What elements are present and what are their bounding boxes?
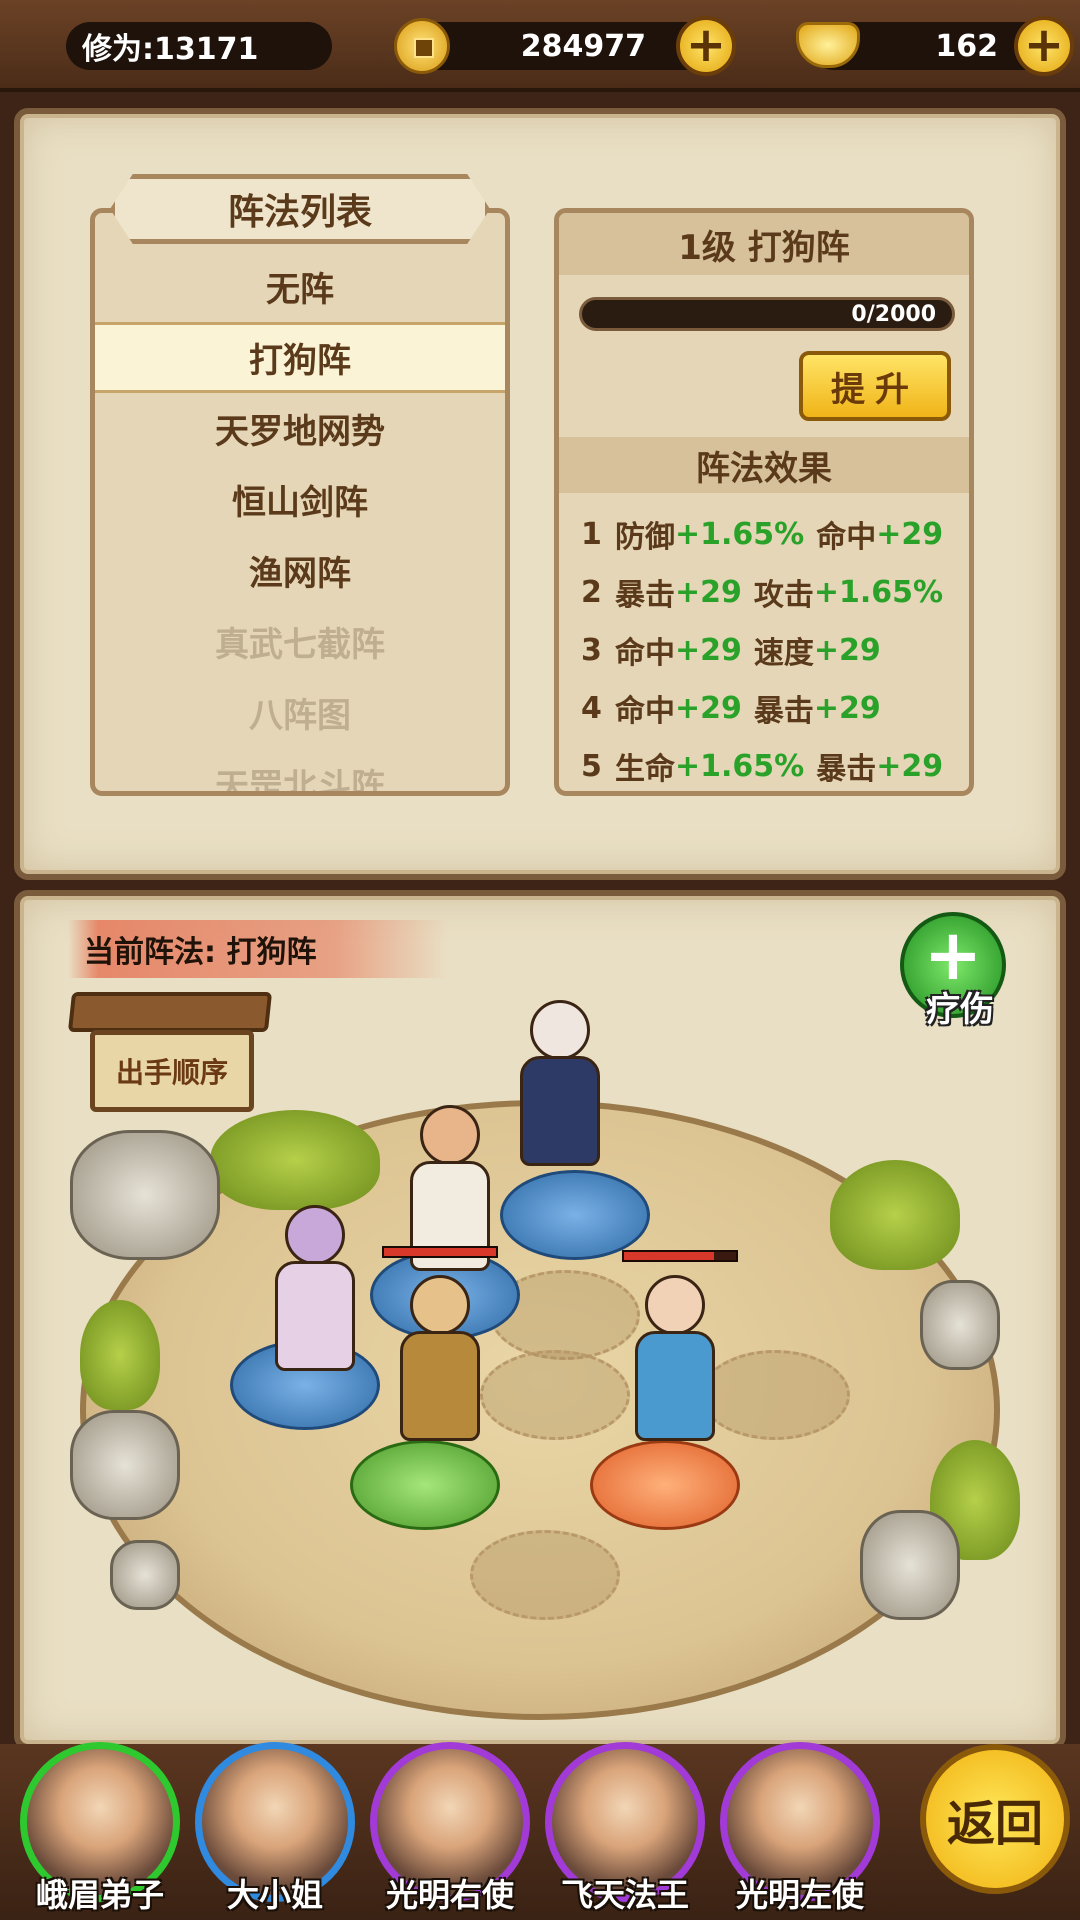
formation-list-item[interactable]: 八阵图: [95, 677, 505, 748]
effect-number: 3: [581, 632, 602, 668]
bush-decoration: [210, 1110, 380, 1210]
rock-decoration: [70, 1130, 220, 1260]
formation-list-item[interactable]: 天罡北斗阵: [95, 748, 505, 791]
effect-row: 1 防御 +1.65% 命中 +29: [581, 505, 955, 563]
current-formation-banner: 当前阵法: 打狗阵: [68, 920, 448, 978]
effect-row: 3 命中 +29 速度 +29: [581, 621, 955, 679]
plus-icon: +: [923, 914, 983, 996]
action-order-label: 出手顺序: [90, 1030, 254, 1112]
hero-head: [420, 1105, 480, 1165]
formation-list-title: 阵法列表: [110, 174, 490, 244]
hero-name: 光明左使: [735, 1876, 864, 1914]
effects-title: 阵法效果: [559, 437, 969, 493]
effect-value: +29: [813, 690, 881, 726]
hero-head: [530, 1000, 590, 1060]
formation-slot-occupied[interactable]: [500, 1170, 650, 1260]
effect-value: +29: [813, 632, 881, 668]
effect-value: +29: [675, 632, 742, 668]
formation-list-item[interactable]: 无阵: [95, 251, 505, 322]
formation-list-item[interactable]: 天罗地网势: [95, 393, 505, 464]
formation-list[interactable]: 无阵 打狗阵 天罗地网势 恒山剑阵 渔网阵 真武七截阵 八阵图 天罡北斗阵: [90, 208, 510, 796]
hero-white-haired-elder[interactable]: [505, 1000, 615, 1180]
effect-value: +29: [876, 748, 944, 784]
formation-list-item[interactable]: 打狗阵: [95, 322, 505, 393]
bush-decoration: [830, 1160, 960, 1270]
effect-stat: 攻击: [753, 578, 814, 613]
cultivation-display: 修为:13171: [66, 22, 332, 70]
hero-purple-sorceress[interactable]: [260, 1205, 370, 1385]
formation-detail: 1级 打狗阵 0/2000 提升 阵法效果 1 防御 +1.65% 命中 +29 2 暴击 +…: [554, 208, 974, 796]
rock-decoration: [110, 1540, 180, 1610]
effect-value: +29: [675, 690, 742, 726]
health-bar: [382, 1246, 498, 1258]
hero-name: 大小姐: [226, 1876, 323, 1914]
effect-value: +1.65%: [675, 748, 805, 784]
effect-stat: 暴击: [753, 694, 814, 729]
hero-head: [285, 1205, 345, 1265]
hero-name: 飞天法王: [560, 1876, 689, 1914]
hero-young-swordsman[interactable]: [620, 1275, 730, 1455]
effect-value: +29: [876, 516, 944, 552]
rock-decoration: [920, 1280, 1000, 1370]
effects-list: 1 防御 +1.65% 命中 +29 2 暴击 +29 攻击 +1.65% 3 命中 +29 速度 +29 4…: [581, 505, 955, 791]
effect-stat: 速度: [753, 636, 814, 671]
effect-value: +1.65%: [675, 516, 805, 552]
formation-list-item[interactable]: 渔网阵: [95, 535, 505, 606]
effect-number: 5: [581, 748, 602, 784]
effect-stat: 防御: [615, 520, 675, 555]
effect-row: 5 生命 +1.65% 暴击 +29: [581, 737, 955, 791]
effect-stat: 命中: [816, 520, 877, 555]
effect-stat: 生命: [615, 752, 675, 787]
formation-progress-bar: 0/2000: [579, 297, 955, 331]
hero-body: [635, 1331, 715, 1441]
effect-value: +29: [675, 574, 742, 610]
health-bar: [622, 1250, 738, 1262]
bush-decoration: [80, 1300, 160, 1410]
add-coins-button[interactable]: +: [676, 16, 736, 76]
formation-list-item[interactable]: 真武七截阵: [95, 606, 505, 677]
effect-number: 4: [581, 690, 602, 726]
hero-body: [400, 1331, 480, 1441]
upgrade-button[interactable]: 提升: [799, 351, 951, 421]
rock-decoration: [70, 1410, 180, 1520]
formation-level-title: 1级 打狗阵: [559, 213, 969, 275]
effect-value: +1.65%: [813, 574, 944, 610]
effect-stat: 命中: [615, 694, 675, 729]
add-gold-button[interactable]: +: [1014, 16, 1074, 76]
hero-name: 峨眉弟子: [35, 1876, 164, 1914]
hero-body: [520, 1056, 600, 1166]
coin-display: 284977: [410, 22, 710, 70]
effect-stat: 暴击: [816, 752, 877, 787]
effect-stat: 暴击: [615, 578, 675, 613]
hero-head: [645, 1275, 705, 1335]
formation-list-item[interactable]: 恒山剑阵: [95, 464, 505, 535]
formation-slot[interactable]: [480, 1350, 630, 1440]
rock-decoration: [860, 1510, 960, 1620]
hero-head: [410, 1275, 470, 1335]
coin-icon: [394, 18, 450, 74]
effect-stat: 命中: [615, 636, 675, 671]
effect-row: 4 命中 +29 暴击 +29: [581, 679, 955, 737]
effect-number: 2: [581, 574, 602, 610]
sign-roof: [67, 992, 273, 1032]
hero-bald-monk[interactable]: [395, 1105, 505, 1285]
hero-bearded-warrior[interactable]: [385, 1275, 495, 1455]
action-order-sign[interactable]: 出手顺序: [67, 992, 273, 1122]
effect-number: 1: [581, 516, 602, 552]
effect-row: 2 暴击 +29 攻击 +1.65%: [581, 563, 955, 621]
hero-body: [275, 1261, 355, 1371]
back-button[interactable]: 返回: [920, 1744, 1070, 1894]
top-resource-bar: 修为:13171 284977 + 162 +: [0, 0, 1080, 92]
formation-slot[interactable]: [470, 1530, 620, 1620]
hero-name: 光明右使: [385, 1876, 514, 1914]
heal-label[interactable]: 疗伤: [910, 982, 1010, 1031]
